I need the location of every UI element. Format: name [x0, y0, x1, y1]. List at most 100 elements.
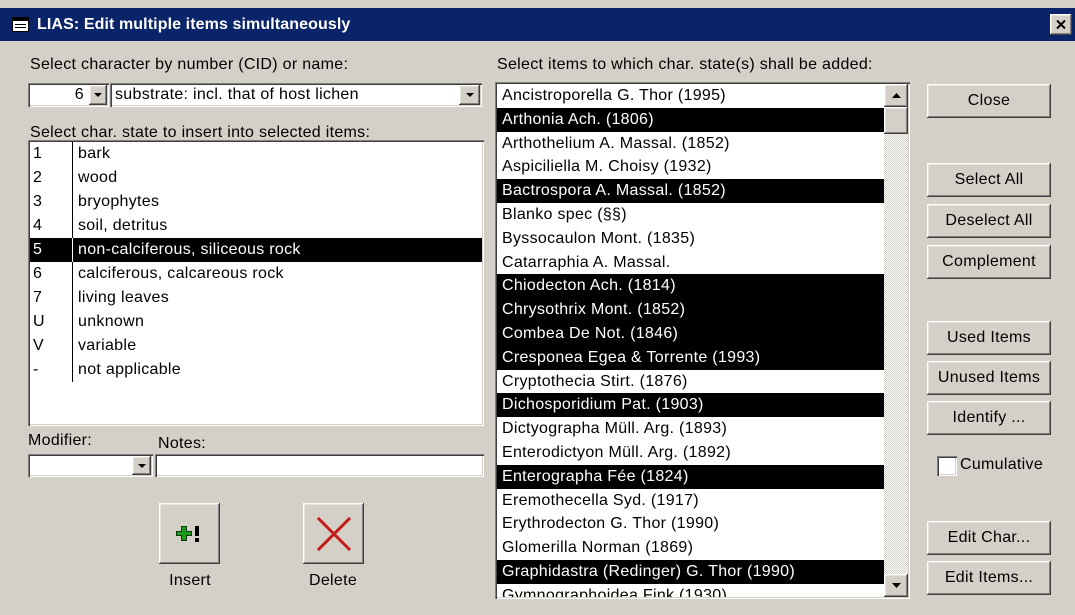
cid-dropdown-button[interactable]: [89, 85, 107, 105]
chevron-down-icon: [94, 93, 102, 97]
scroll-thumb[interactable]: [884, 107, 908, 134]
state-name: soil, detritus: [72, 214, 482, 238]
items-listbox[interactable]: Ancistroporella G. Thor (1995) Arthonia A…: [495, 82, 910, 599]
state-row[interactable]: Uunknown: [30, 310, 482, 334]
state-listbox[interactable]: 1 bark 2 wood 3 bryophytes 4 soil, detritus 5 non…: [28, 140, 484, 426]
character-name-combo[interactable]: substrate: incl. that of host lichen: [110, 83, 482, 107]
modifier-label: Modifier:: [28, 432, 93, 449]
notes-field[interactable]: [155, 454, 484, 477]
notes-label: Notes:: [158, 435, 207, 452]
item-row[interactable]: Dictyographa Müll. Arg. (1893): [497, 417, 884, 441]
item-row[interactable]: Ancistroporella G. Thor (1995): [497, 84, 884, 108]
state-name: unknown: [72, 310, 482, 334]
state-code: V: [33, 337, 44, 354]
used-items-button[interactable]: Used Items: [927, 321, 1051, 355]
item-row[interactable]: Aspiciliella M. Choisy (1932): [497, 155, 884, 179]
arrow-up-icon: [891, 93, 901, 98]
chevron-down-icon: [465, 93, 474, 97]
state-rows: 1 bark 2 wood 3 bryophytes 4 soil, detritus 5 non…: [30, 142, 482, 424]
character-label: Select character by number (CID) or name…: [30, 56, 349, 73]
state-code: 6: [33, 265, 43, 282]
modifier-dropdown-button[interactable]: [132, 456, 151, 475]
item-row[interactable]: Catarraphia A. Massal.: [497, 251, 884, 275]
select-all-button[interactable]: Select All: [927, 163, 1051, 197]
item-row[interactable]: Enterographa Fée (1824): [497, 464, 884, 489]
title-bar[interactable]: LIAS: Edit multiple items simultaneously: [0, 8, 1075, 41]
character-dropdown-button[interactable]: [459, 85, 480, 105]
scrollbar[interactable]: [884, 84, 908, 597]
state-name: wood: [72, 166, 482, 190]
item-row[interactable]: Blanko spec (§§): [497, 203, 884, 227]
state-name: not applicable: [72, 358, 482, 382]
window-title: LIAS: Edit multiple items simultaneously: [37, 16, 351, 33]
state-row[interactable]: 4 soil, detritus: [30, 214, 482, 238]
item-row[interactable]: Cryptothecia Stirt. (1876): [497, 370, 884, 394]
state-code: 1: [33, 145, 43, 162]
items-label: Select items to which char. state(s) sha…: [497, 56, 873, 73]
item-row[interactable]: Cresponea Egea & Torrente (1993): [497, 345, 884, 370]
state-code: 3: [33, 193, 43, 210]
window-close-button[interactable]: [1050, 14, 1072, 35]
state-row[interactable]: 5 non-calciferous, siliceous rock: [30, 238, 482, 262]
item-row[interactable]: Erythrodecton G. Thor (1990): [497, 512, 884, 536]
cumulative-checkbox[interactable]: ✓: [937, 456, 957, 476]
item-row[interactable]: Arthothelium A. Massal. (1852): [497, 132, 884, 156]
state-row[interactable]: - not applicable: [30, 358, 482, 382]
character-name-value: substrate: incl. that of host lichen: [115, 86, 359, 103]
state-row[interactable]: 2 wood: [30, 166, 482, 190]
delete-label: Delete: [308, 572, 358, 589]
item-row[interactable]: Dichosporidium Pat. (1903): [497, 393, 884, 418]
close-button[interactable]: Close: [927, 84, 1051, 118]
state-code: 2: [33, 169, 43, 186]
state-row[interactable]: 7 living leaves: [30, 286, 482, 310]
state-name: non-calciferous, siliceous rock: [72, 238, 482, 262]
insert-label: Insert: [169, 572, 211, 589]
item-row[interactable]: Chiodecton Ach. (1814): [497, 274, 884, 299]
item-row[interactable]: Gymnographoidea Fink (1930): [497, 584, 884, 597]
item-row[interactable]: Bactrospora A. Massal. (1852): [497, 179, 884, 203]
state-code: U: [33, 313, 45, 330]
item-row[interactable]: Chrysothrix Mont. (1852): [497, 298, 884, 322]
state-row[interactable]: 1 bark: [30, 142, 482, 166]
scroll-up-button[interactable]: [884, 84, 908, 107]
delete-x-icon: [316, 516, 351, 551]
cid-value: 6: [74, 86, 84, 103]
state-code: 7: [33, 289, 43, 306]
unused-items-button[interactable]: Unused Items: [927, 361, 1051, 395]
item-row[interactable]: Enterodictyon Müll. Arg. (1892): [497, 441, 884, 465]
add-plus-icon: [175, 526, 199, 542]
edit-items-button[interactable]: Edit Items...: [927, 561, 1051, 595]
cid-combo[interactable]: 6: [28, 83, 109, 107]
form-icon: [12, 17, 29, 32]
complement-button[interactable]: Complement: [927, 245, 1051, 279]
item-row[interactable]: Eremothecella Syd. (1917): [497, 489, 884, 513]
deselect-all-button[interactable]: Deselect All: [927, 204, 1051, 238]
modifier-combo[interactable]: [28, 454, 153, 477]
scrollbar-track[interactable]: [884, 84, 908, 597]
item-row[interactable]: Glomerilla Norman (1869): [497, 536, 884, 560]
item-row[interactable]: Graphidastra (Redinger) G. Thor (1990): [497, 560, 884, 584]
state-row[interactable]: 3 bryophytes: [30, 190, 482, 214]
insert-button[interactable]: [159, 503, 220, 564]
delete-button[interactable]: [303, 503, 364, 564]
arrow-down-icon: [891, 583, 901, 588]
item-row[interactable]: Arthonia Ach. (1806): [497, 107, 884, 132]
item-row[interactable]: Combea De Not. (1846): [497, 322, 884, 346]
scroll-down-button[interactable]: [884, 574, 908, 597]
state-code: 4: [33, 217, 43, 234]
state-row[interactable]: Vvariable: [30, 334, 482, 358]
state-name: living leaves: [72, 286, 482, 310]
close-icon: [1056, 20, 1066, 29]
chevron-down-icon: [137, 463, 146, 468]
state-name: variable: [72, 334, 482, 358]
item-row[interactable]: Byssocaulon Mont. (1835): [497, 227, 884, 251]
cumulative-label[interactable]: Cumulative: [960, 455, 1043, 475]
state-row[interactable]: 6 calciferous, calcareous rock: [30, 262, 482, 286]
state-name: calciferous, calcareous rock: [72, 262, 482, 286]
state-name: bark: [72, 142, 482, 166]
edit-char-button[interactable]: Edit Char...: [927, 521, 1051, 555]
state-code: 5: [33, 241, 43, 258]
state-name: bryophytes: [72, 190, 482, 214]
state-code: -: [33, 361, 39, 378]
identify-button[interactable]: Identify ...: [927, 401, 1051, 435]
